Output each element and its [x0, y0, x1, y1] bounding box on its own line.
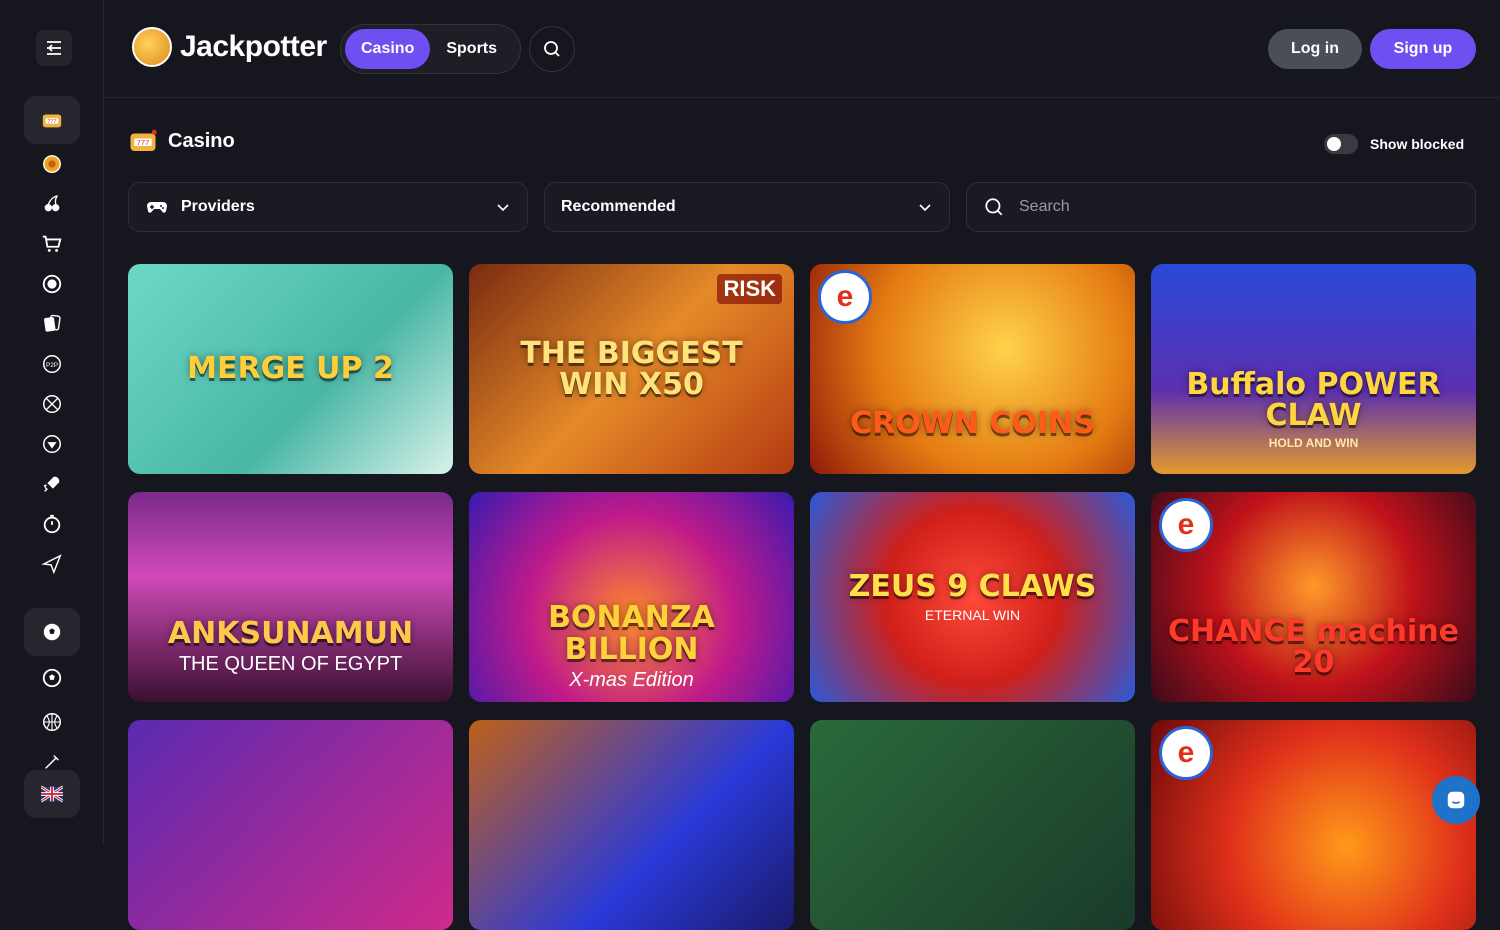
- game-card[interactable]: RISK THE BIGGEST WIN X50: [469, 264, 794, 474]
- page-title: Casino: [168, 129, 235, 152]
- roulette-icon[interactable]: [24, 386, 80, 422]
- game-subtitle: THE QUEEN OF EGYPT: [178, 653, 403, 676]
- providers-dropdown[interactable]: Providers: [128, 182, 528, 232]
- provider-logo-icon: e: [1159, 726, 1213, 780]
- gamepad-icon: [147, 202, 167, 213]
- top-header: Jackpotter Casino Sports Log in Sign up: [104, 0, 1500, 98]
- shopping-cart-icon[interactable]: [24, 226, 80, 262]
- search-icon: [544, 41, 560, 57]
- tab-sports[interactable]: Sports: [430, 29, 513, 69]
- game-title: ANKSUNAMUN: [167, 615, 414, 651]
- brand-logo[interactable]: Jackpotter: [132, 27, 327, 67]
- game-card[interactable]: e CHANCE machine 20: [1151, 492, 1476, 702]
- live-casino-icon[interactable]: [24, 266, 80, 302]
- basketball-icon[interactable]: [24, 704, 80, 740]
- login-button[interactable]: Log in: [1268, 29, 1362, 69]
- game-title: BONANZA BILLION: [548, 600, 715, 667]
- jackpot-icon[interactable]: [24, 146, 80, 182]
- menu-collapse-icon[interactable]: [36, 30, 72, 66]
- signup-button[interactable]: Sign up: [1370, 29, 1476, 69]
- slot-machine-icon: 777: [130, 129, 157, 151]
- svg-text:P2P: P2P: [46, 362, 58, 369]
- game-title: MERGE UP 2: [187, 351, 394, 387]
- game-search-input[interactable]: Search: [966, 182, 1476, 232]
- game-card[interactable]: [810, 720, 1135, 930]
- p2p-icon[interactable]: P2P: [24, 346, 80, 382]
- game-card[interactable]: [128, 720, 453, 930]
- paper-plane-icon[interactable]: [24, 546, 80, 582]
- sort-label: Recommended: [561, 198, 676, 215]
- chevron-down-icon: [919, 204, 931, 212]
- brand-name: Jackpotter: [180, 30, 327, 63]
- cherries-icon[interactable]: [24, 186, 80, 222]
- show-blocked-control: Show blocked: [1324, 134, 1464, 154]
- sort-dropdown[interactable]: Recommended: [544, 182, 950, 232]
- tab-casino[interactable]: Casino: [345, 29, 431, 69]
- show-blocked-label: Show blocked: [1370, 136, 1465, 152]
- provider-logo-icon: e: [818, 270, 872, 324]
- stopwatch-icon[interactable]: [24, 506, 80, 542]
- risk-badge: RISK: [717, 274, 782, 304]
- game-card[interactable]: [469, 720, 794, 930]
- chat-icon: [1447, 791, 1465, 809]
- show-blocked-toggle[interactable]: [1324, 134, 1358, 154]
- search-icon: [985, 198, 1003, 216]
- game-card[interactable]: e: [1151, 720, 1476, 930]
- provider-logo-icon: e: [1159, 498, 1213, 552]
- game-subtitle: X-mas Edition: [569, 669, 694, 691]
- providers-label: Providers: [181, 198, 255, 215]
- game-card[interactable]: ANKSUNAMUN THE QUEEN OF EGYPT: [128, 492, 453, 702]
- search-placeholder: Search: [1019, 198, 1070, 215]
- game-title: Buffalo POWER CLAW: [1186, 366, 1441, 433]
- game-title: ZEUS 9 CLAWS: [848, 569, 1097, 605]
- game-card[interactable]: BONANZA BILLION X-mas Edition: [469, 492, 794, 702]
- product-tabs: Casino Sports: [340, 24, 521, 74]
- game-card[interactable]: e CROWN COINS: [810, 264, 1135, 474]
- game-title: THE BIGGEST WIN X50: [520, 335, 743, 402]
- slot-machine-icon[interactable]: 777: [24, 96, 80, 144]
- gem-icon[interactable]: [24, 426, 80, 462]
- game-card[interactable]: ZEUS 9 CLAWS ETERNAL WIN: [810, 492, 1135, 702]
- svg-text:777: 777: [47, 119, 56, 125]
- header-search-button[interactable]: [529, 26, 575, 72]
- chevron-down-icon: [497, 204, 509, 212]
- football-icon[interactable]: [24, 660, 80, 696]
- sidebar: 777 P2P: [0, 0, 104, 844]
- game-title: CHANCE machine 20: [1167, 613, 1460, 680]
- uk-flag-icon[interactable]: [24, 770, 80, 818]
- svg-text:777: 777: [137, 138, 150, 147]
- game-title: CROWN COINS: [850, 406, 1095, 442]
- game-card[interactable]: Buffalo POWER CLAW HOLD AND WIN: [1151, 264, 1476, 474]
- support-chat-button[interactable]: [1432, 776, 1480, 824]
- cards-icon[interactable]: [24, 306, 80, 342]
- game-subtitle: ETERNAL WIN: [924, 606, 1021, 623]
- game-subtitle: HOLD AND WIN: [1268, 435, 1359, 450]
- jackpotter-logo-icon: [132, 27, 172, 67]
- rocket-icon[interactable]: [24, 466, 80, 502]
- soccer-ball-icon[interactable]: [24, 608, 80, 656]
- game-card[interactable]: MERGE UP 2: [128, 264, 453, 474]
- casino-heading: 777 Casino: [128, 126, 235, 156]
